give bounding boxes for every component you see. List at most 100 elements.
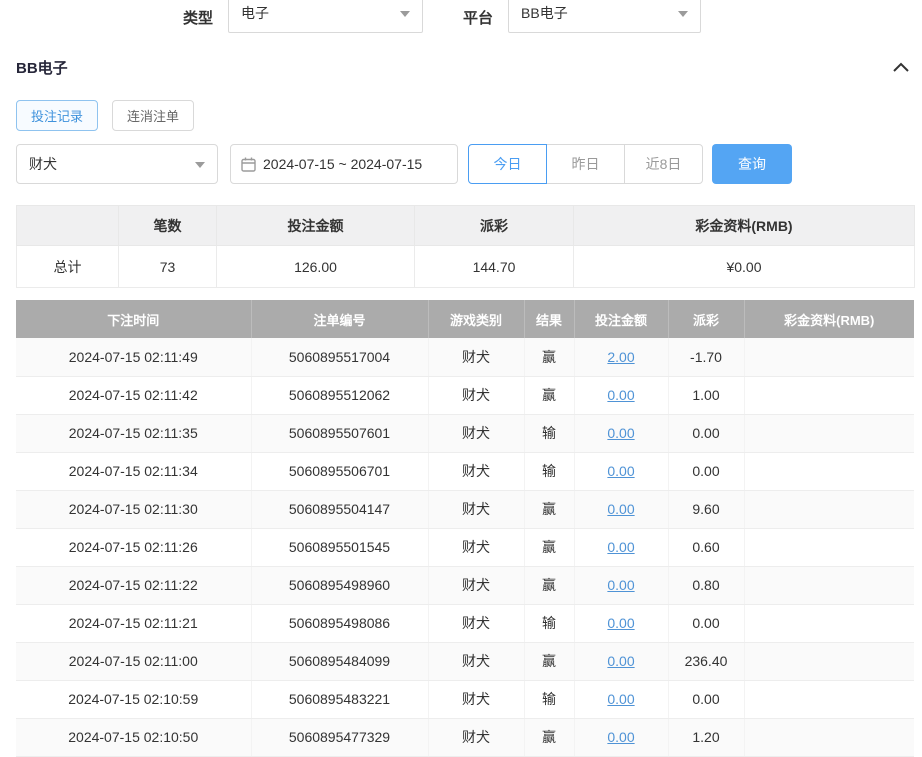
record-tabs: 投注记录 连消注单 <box>0 100 922 131</box>
cell-bet-time: 2024-07-15 02:11:00 <box>16 642 251 680</box>
table-row: 2024-07-15 02:11:22 5060895498960 财犬 赢 0… <box>16 566 914 604</box>
table-row: 2024-07-15 02:11:26 5060895501545 财犬 赢 0… <box>16 528 914 566</box>
table-row: 2024-07-15 02:11:30 5060895504147 财犬 赢 0… <box>16 490 914 528</box>
cell-order-id: 5060895512062 <box>251 376 428 414</box>
platform-label: 平台 <box>463 7 493 28</box>
cell-game-type: 财犬 <box>428 338 524 376</box>
cell-result: 输 <box>524 680 574 718</box>
date-range-input[interactable]: 2024-07-15 ~ 2024-07-15 <box>230 144 458 184</box>
cell-payout: 9.60 <box>668 490 744 528</box>
chevron-down-icon <box>400 11 410 17</box>
quick-btn-label: 昨日 <box>572 154 600 174</box>
bet-amount-link[interactable]: 0.00 <box>607 387 634 403</box>
filter-bar: 财犬 2024-07-15 ~ 2024-07-15 今日 昨日 近8日 查询 <box>0 144 922 184</box>
cell-bet-amount: 0.00 <box>574 376 668 414</box>
bet-amount-link[interactable]: 0.00 <box>607 729 634 745</box>
cell-result: 输 <box>524 414 574 452</box>
cell-bet-time: 2024-07-15 02:11:34 <box>16 452 251 490</box>
summary-header-bet-amount: 投注金额 <box>217 206 415 246</box>
cell-result: 赢 <box>524 338 574 376</box>
cell-order-id: 5060895506701 <box>251 452 428 490</box>
cell-result: 赢 <box>524 642 574 680</box>
type-select[interactable]: 电子 <box>228 0 423 33</box>
bet-records-table: 下注时间 注单编号 游戏类别 结果 投注金额 派彩 彩金资料(RMB) 2024… <box>16 300 914 757</box>
cell-game-type: 财犬 <box>428 528 524 566</box>
bet-amount-link[interactable]: 0.00 <box>607 577 634 593</box>
quick-btn-yesterday[interactable]: 昨日 <box>546 144 625 184</box>
type-label: 类型 <box>183 7 213 28</box>
table-row: 2024-07-15 02:11:34 5060895506701 财犬 输 0… <box>16 452 914 490</box>
summary-total-bonus: ¥0.00 <box>574 246 915 288</box>
cell-result: 输 <box>524 604 574 642</box>
cell-bet-amount: 0.00 <box>574 604 668 642</box>
cell-payout: 1.20 <box>668 718 744 756</box>
cell-result: 赢 <box>524 490 574 528</box>
table-row: 2024-07-15 02:11:42 5060895512062 财犬 赢 0… <box>16 376 914 414</box>
bet-table-body: 2024-07-15 02:11:49 5060895517004 财犬 赢 2… <box>16 338 914 756</box>
cell-game-type: 财犬 <box>428 680 524 718</box>
cell-bet-time: 2024-07-15 02:11:42 <box>16 376 251 414</box>
tab-bet-records[interactable]: 投注记录 <box>16 100 98 131</box>
cell-bonus <box>744 338 914 376</box>
platform-select[interactable]: BB电子 <box>508 0 701 33</box>
bet-amount-link[interactable]: 0.00 <box>607 653 634 669</box>
cell-bet-time: 2024-07-15 02:11:26 <box>16 528 251 566</box>
bet-amount-link[interactable]: 0.00 <box>607 463 634 479</box>
cell-result: 赢 <box>524 566 574 604</box>
tab-label: 连消注单 <box>127 106 179 125</box>
summary-header-row: 笔数 投注金额 派彩 彩金资料(RMB) <box>17 206 915 246</box>
top-filter-row: 类型 电子 平台 BB电子 <box>0 0 922 33</box>
cell-bet-amount: 0.00 <box>574 680 668 718</box>
cell-game-type: 财犬 <box>428 490 524 528</box>
cell-result: 赢 <box>524 528 574 566</box>
cell-game-type: 财犬 <box>428 452 524 490</box>
cell-bet-time: 2024-07-15 02:10:59 <box>16 680 251 718</box>
quick-btn-today[interactable]: 今日 <box>468 144 547 184</box>
tab-cancelled-orders[interactable]: 连消注单 <box>112 100 194 131</box>
calendar-icon <box>241 157 256 172</box>
bet-amount-link[interactable]: 0.00 <box>607 615 634 631</box>
col-header-payout: 派彩 <box>668 300 744 338</box>
bet-amount-link[interactable]: 2.00 <box>607 349 634 365</box>
cell-bonus <box>744 566 914 604</box>
cell-bonus <box>744 680 914 718</box>
cell-bet-time: 2024-07-15 02:11:49 <box>16 338 251 376</box>
summary-header-count: 笔数 <box>119 206 217 246</box>
cell-order-id: 5060895507601 <box>251 414 428 452</box>
quick-btn-last8days[interactable]: 近8日 <box>624 144 703 184</box>
bet-amount-link[interactable]: 0.00 <box>607 501 634 517</box>
cell-payout: 1.00 <box>668 376 744 414</box>
chevron-up-icon[interactable] <box>892 62 910 73</box>
cell-bonus <box>744 490 914 528</box>
cell-bonus <box>744 376 914 414</box>
cell-bet-amount: 2.00 <box>574 338 668 376</box>
bet-amount-link[interactable]: 0.00 <box>607 691 634 707</box>
cell-order-id: 5060895517004 <box>251 338 428 376</box>
table-row: 2024-07-15 02:11:49 5060895517004 财犬 赢 2… <box>16 338 914 376</box>
cell-game-type: 财犬 <box>428 604 524 642</box>
type-select-value: 电子 <box>241 3 269 23</box>
cell-result: 赢 <box>524 718 574 756</box>
platform-select-value: BB电子 <box>521 3 568 23</box>
cell-payout: 236.40 <box>668 642 744 680</box>
col-header-bet-time: 下注时间 <box>16 300 251 338</box>
cell-bonus <box>744 414 914 452</box>
summary-total-count: 73 <box>119 246 217 288</box>
quick-btn-label: 今日 <box>494 154 522 174</box>
bet-amount-link[interactable]: 0.00 <box>607 539 634 555</box>
summary-header-bonus: 彩金资料(RMB) <box>574 206 915 246</box>
cell-bet-amount: 0.00 <box>574 566 668 604</box>
cell-result: 输 <box>524 452 574 490</box>
quick-date-group: 今日 昨日 近8日 <box>468 144 703 184</box>
table-row: 2024-07-15 02:11:21 5060895498086 财犬 输 0… <box>16 604 914 642</box>
bet-amount-link[interactable]: 0.00 <box>607 425 634 441</box>
game-select[interactable]: 财犬 <box>16 144 218 184</box>
cell-bonus <box>744 642 914 680</box>
cell-payout: 0.00 <box>668 414 744 452</box>
tab-label: 投注记录 <box>31 106 83 125</box>
cell-bet-time: 2024-07-15 02:11:21 <box>16 604 251 642</box>
cell-order-id: 5060895484099 <box>251 642 428 680</box>
col-header-result: 结果 <box>524 300 574 338</box>
cell-order-id: 5060895477329 <box>251 718 428 756</box>
search-button[interactable]: 查询 <box>712 144 792 184</box>
